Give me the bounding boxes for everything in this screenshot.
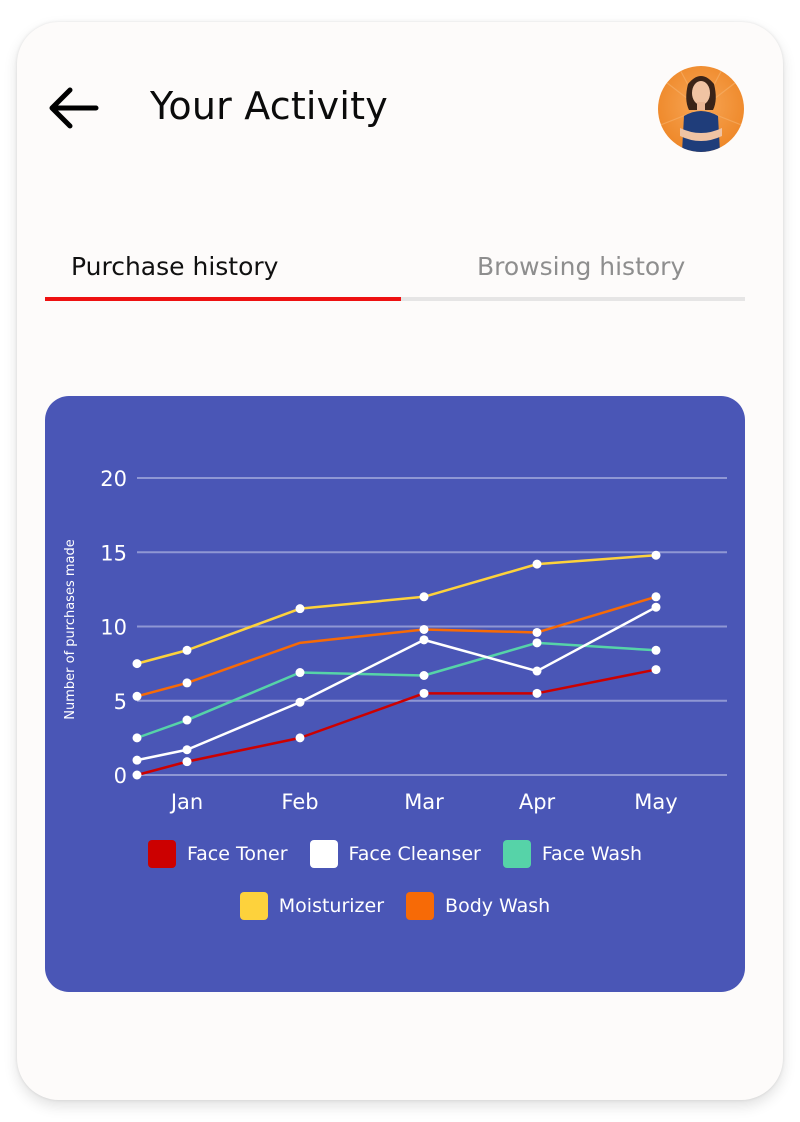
y-tick-label: 20 — [100, 467, 127, 491]
tab-purchase-history[interactable]: Purchase history — [71, 252, 278, 281]
data-point-face-wash[interactable] — [182, 715, 192, 725]
legend-label: Face Cleanser — [348, 843, 481, 865]
legend-item-face-cleanser[interactable]: Face Cleanser — [309, 840, 481, 868]
data-point-face-toner[interactable] — [182, 757, 192, 767]
history-tabs: Purchase history Browsing history — [45, 248, 745, 302]
x-tick-label: Jan — [169, 790, 203, 814]
data-point-moisturizer[interactable] — [295, 604, 305, 614]
data-point-face-toner[interactable] — [295, 733, 305, 743]
data-point-face-cleanser[interactable] — [651, 602, 661, 612]
data-point-moisturizer[interactable] — [419, 592, 429, 602]
data-point-face-toner[interactable] — [132, 770, 142, 780]
data-point-face-toner[interactable] — [419, 688, 429, 698]
legend-item-face-toner[interactable]: Face Toner — [147, 840, 288, 868]
x-tick-label: Feb — [281, 790, 318, 814]
y-tick-label: 10 — [100, 616, 127, 640]
series-line-face-cleanser — [136, 606, 657, 762]
series-line-face-wash — [136, 641, 657, 740]
y-tick-label: 5 — [114, 690, 127, 714]
legend-item-face-wash[interactable]: Face Wash — [502, 840, 643, 868]
series-line-moisturizer — [136, 553, 657, 665]
avatar-icon — [658, 66, 744, 152]
legend-swatch — [502, 840, 531, 868]
data-point-face-wash[interactable] — [295, 668, 305, 678]
back-button[interactable] — [48, 84, 100, 132]
data-point-body-wash[interactable] — [651, 592, 661, 602]
y-tick-label: 0 — [114, 764, 127, 788]
data-point-moisturizer[interactable] — [182, 645, 192, 655]
data-point-moisturizer[interactable] — [132, 659, 142, 669]
data-point-face-cleanser[interactable] — [419, 635, 429, 645]
legend-label: Body Wash — [445, 895, 551, 917]
active-tab-indicator — [45, 297, 401, 301]
data-point-face-wash[interactable] — [532, 638, 542, 648]
series-line-face-toner — [136, 668, 657, 777]
legend-swatch — [239, 892, 268, 920]
user-avatar[interactable] — [658, 66, 744, 152]
data-point-face-wash[interactable] — [651, 645, 661, 655]
legend-item-body-wash[interactable]: Body Wash — [406, 892, 550, 920]
legend-label: Face Wash — [541, 843, 643, 865]
legend-swatch — [309, 840, 338, 868]
data-point-face-toner[interactable] — [651, 665, 661, 675]
data-point-face-cleanser[interactable] — [182, 745, 192, 755]
data-point-body-wash[interactable] — [132, 691, 142, 701]
legend-row: Face Toner Face Cleanser Face Wash — [45, 840, 745, 868]
data-point-face-cleanser[interactable] — [132, 755, 142, 765]
tab-browsing-history[interactable]: Browsing history — [477, 252, 685, 281]
data-point-moisturizer[interactable] — [651, 550, 661, 560]
data-point-face-wash[interactable] — [132, 733, 142, 743]
data-point-face-wash[interactable] — [419, 671, 429, 681]
data-point-face-cleanser[interactable] — [295, 697, 305, 707]
data-point-body-wash[interactable] — [532, 627, 542, 637]
data-point-moisturizer[interactable] — [532, 559, 542, 569]
x-tick-label: Mar — [404, 790, 444, 814]
legend-label: Moisturizer — [278, 895, 385, 917]
legend-item-moisturizer[interactable]: Moisturizer — [239, 892, 385, 920]
x-tick-label: May — [634, 790, 677, 814]
data-point-body-wash[interactable] — [182, 678, 192, 688]
legend-row: Moisturizer Body Wash — [45, 892, 745, 920]
data-point-face-cleanser[interactable] — [532, 666, 542, 676]
arrow-left-icon — [49, 87, 99, 129]
data-point-face-toner[interactable] — [532, 688, 542, 698]
chart-legend: Face Toner Face Cleanser Face Wash Moistur… — [45, 840, 745, 944]
x-tick-label: Apr — [519, 790, 556, 814]
legend-label: Face Toner — [186, 843, 288, 865]
legend-swatch — [406, 892, 435, 920]
y-tick-label: 15 — [100, 541, 127, 565]
page-title: Your Activity — [150, 84, 388, 128]
y-axis-title: Number of purchases made — [63, 539, 78, 719]
data-point-body-wash[interactable] — [419, 624, 429, 634]
legend-swatch — [147, 840, 176, 868]
